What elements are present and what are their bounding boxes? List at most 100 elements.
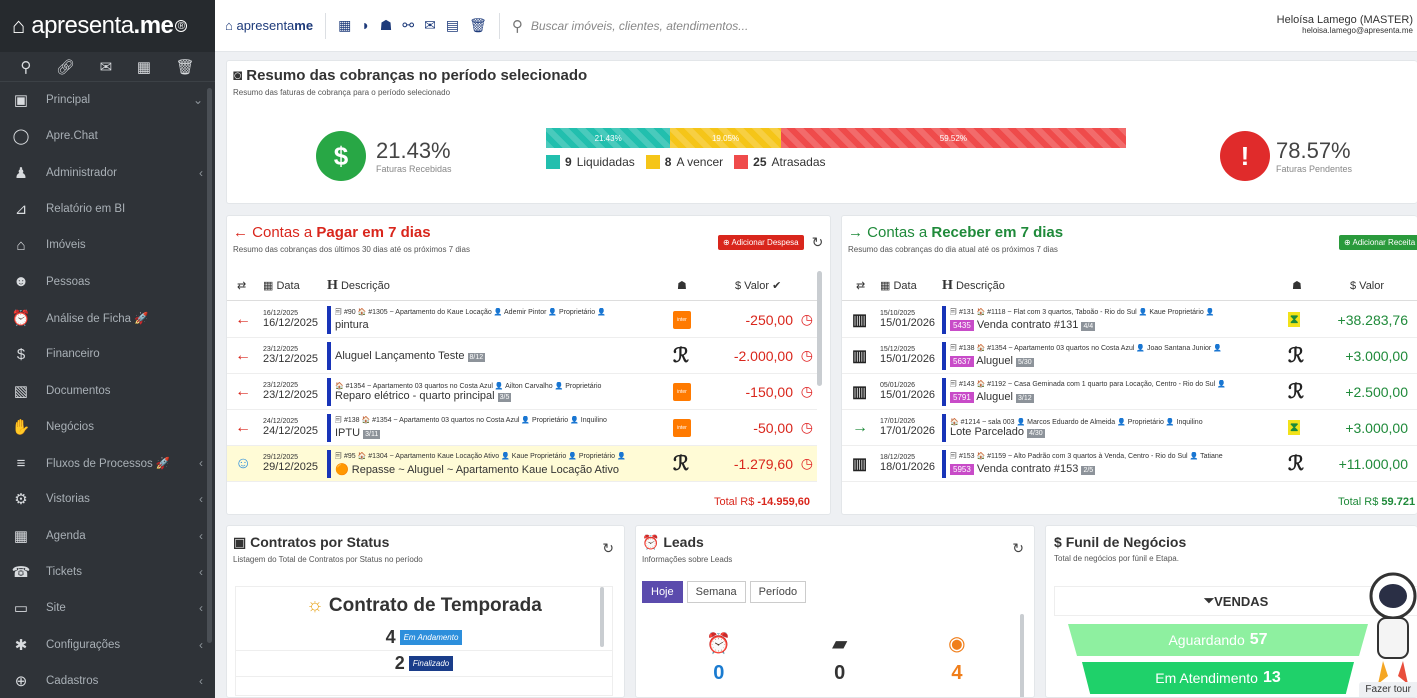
calendar-icon[interactable]: ▦ (137, 58, 151, 76)
lead-counter[interactable]: ▰ 0 (832, 631, 847, 685)
mail-icon[interactable]: ✉ (424, 17, 436, 34)
chevron-left-icon: ‹ (199, 492, 203, 507)
sidebar-item[interactable]: ◯ Apre.Chat (0, 118, 215, 154)
sidebar-item[interactable]: ✱ Configurações ‹ (0, 626, 215, 662)
divider (498, 12, 500, 39)
global-search[interactable]: ⚲ Buscar imóveis, clientes, atendimentos… (512, 17, 748, 35)
lead-counter[interactable]: ◉ 4 (948, 631, 965, 685)
panel-scrollbar[interactable] (600, 587, 604, 647)
search-input[interactable]: Buscar imóveis, clientes, atendimentos..… (531, 19, 748, 33)
table-row[interactable]: ▥ 05/01/2026 15/01/2026 🗐 #143 🏠 #1192 ~ Ca… (842, 374, 1417, 410)
column-value[interactable]: $ Valor (1350, 280, 1384, 292)
sort-icon[interactable]: ⇄ (856, 279, 865, 292)
registered-mark: ® (175, 20, 188, 32)
funnel-stage[interactable]: Em Atendimento 13 (1082, 662, 1354, 694)
table-row[interactable]: → 17/01/2026 17/01/2026 🏠 #1214 ~ sala 003 … (842, 410, 1417, 446)
mail-icon[interactable]: ✉ (100, 58, 113, 76)
sidebar-item[interactable]: $ Financeiro (0, 336, 215, 372)
trash-icon[interactable]: 🗑︎ (469, 17, 487, 34)
link-icon[interactable]: 🔗︎ (56, 58, 75, 76)
tab-period[interactable]: Período (749, 581, 807, 603)
table-row[interactable]: ▥ 15/10/2025 15/01/2026 🗐 #131 🏠 #1118 ~ Fl… (842, 302, 1417, 338)
sidebar-item[interactable]: ⌂ Imóveis (0, 227, 215, 263)
sidebar-item[interactable]: ▣ Principal ⌄ (0, 82, 215, 118)
notification-icon[interactable]: ☗ (380, 17, 393, 34)
pix-icon: ℛ (1288, 453, 1304, 475)
row-marker (942, 341, 946, 370)
pix-icon: ℛ (1288, 381, 1304, 403)
card-subtitle: Total de negócios por fúnil e Etapa. (1054, 554, 1179, 563)
column-date[interactable]: ▦ Data (880, 279, 917, 292)
sidebar-item[interactable]: ♟ Administrador ‹ (0, 155, 215, 191)
sidebar-item[interactable]: ⊕ Cadastros ‹ (0, 663, 215, 698)
calendar-icon[interactable]: ▤ (446, 17, 459, 34)
row-value: -1.279,60 (733, 455, 793, 472)
sidebar-item[interactable]: ⚙ Vistorias ‹ (0, 481, 215, 517)
funnel-stage[interactable]: Aguardando 57 (1068, 624, 1368, 656)
table-row[interactable]: ▥ 15/12/2025 15/01/2026 🗐 #138 🏠 #1354 ~ Ap… (842, 338, 1417, 374)
sidebar-item[interactable]: ☎ Tickets ‹ (0, 554, 215, 590)
column-date[interactable]: ▦ Data (263, 279, 300, 292)
sidebar-item-label: Imóveis (46, 239, 86, 252)
sidebar-item[interactable]: ✋ Negócios (0, 409, 215, 445)
add-expense-button[interactable]: ⊕ Adicionar Despesa (718, 235, 804, 250)
topbar-logo-bold: me (294, 18, 314, 33)
refresh-icon[interactable]: ↻ (602, 540, 614, 557)
lead-counter[interactable]: ⏰ 0 (706, 631, 731, 685)
sidebar-item[interactable]: ▧ Documentos (0, 372, 215, 408)
sidebar-item[interactable]: ▦ Agenda ‹ (0, 518, 215, 554)
add-revenue-button[interactable]: ⊕ Adicionar Receita (1339, 235, 1417, 250)
inter-bank-icon: inter (673, 418, 691, 437)
user-menu[interactable]: Heloísa Lamego (MASTER) heloisa.lamego@a… (1277, 14, 1413, 35)
tour-button[interactable]: Fazer tour (1359, 682, 1417, 697)
row-marker (327, 413, 331, 442)
contracts-card: ▣ Contratos por Status Listagem do Total… (226, 525, 625, 698)
sort-icon[interactable]: ⇄ (237, 279, 246, 292)
table-row[interactable]: ← 23/12/2025 23/12/2025 🏠 #1354 ~ Apartamen… (227, 374, 817, 410)
installment-badge: 4/4 (1081, 322, 1096, 331)
table-row[interactable]: ← 16/12/2025 16/12/2025 🗐 #90 🏠 #1305 ~ Apa… (227, 302, 817, 338)
refresh-icon[interactable]: ↻ (1012, 540, 1024, 557)
brand-logo[interactable]: ⌂ apresenta.me ® (0, 0, 215, 52)
row-title: Lote Parcelado 4/30 (950, 425, 1045, 438)
tab-today[interactable]: Hoje (642, 581, 683, 603)
issue-date: 16/12/2025 (263, 310, 299, 317)
column-description[interactable]: H Descrição (942, 278, 1005, 294)
link-icon[interactable]: ⚯ (402, 17, 414, 34)
contract-status-row[interactable]: 2 Finalizado (236, 651, 612, 677)
due-date: 29/12/2025 (263, 461, 319, 473)
sidebar-scrollbar[interactable] (207, 88, 212, 643)
leads-scrollbar[interactable] (1020, 614, 1024, 697)
table-row[interactable]: ▥ 18/12/2025 18/01/2026 🗐 #153 🏠 #1159 ~ Al… (842, 446, 1417, 482)
leads-period-tabs: Hoje Semana Período (642, 581, 807, 603)
received-stat: $ 21.43% Faturas Recebidas (316, 131, 452, 181)
sidebar-item[interactable]: ⏰ Análise de Ficha 🚀 (0, 300, 215, 336)
tab-week[interactable]: Semana (686, 581, 746, 603)
table-row[interactable]: ☺ 29/12/2025 29/12/2025 🗐 #95 🏠 #1304 ~ Apa… (227, 446, 817, 482)
sidebar-item[interactable]: ⊿ Relatório em BI (0, 191, 215, 227)
astronaut-mascot-icon[interactable] (1358, 566, 1417, 691)
column-description[interactable]: H Descrição (327, 278, 390, 294)
row-details: 🗐 #138 🏠 #1354 ~ Apartamento 03 quartos … (335, 417, 607, 424)
refresh-icon[interactable]: ↻ (812, 234, 824, 251)
search-icon[interactable]: ⚲ (20, 58, 31, 76)
contract-status-row[interactable]: 4 Em Andamento (236, 625, 612, 651)
grid-icon[interactable]: ▦ (338, 17, 351, 34)
column-value[interactable]: $ Valor ✔ (735, 279, 781, 292)
row-date: 16/12/2025 16/12/2025 (263, 310, 318, 329)
table-scrollbar[interactable] (817, 271, 822, 386)
sidebar-item[interactable]: ☻ Pessoas (0, 263, 215, 299)
row-marker (942, 377, 946, 406)
row-title: IPTU 3/11 (335, 427, 381, 439)
table-row[interactable]: ← 23/12/2025 23/12/2025 Aluguel Lançamento … (227, 338, 817, 374)
row-title: pintura (335, 319, 369, 331)
legend-label: A vencer (676, 155, 724, 169)
table-row[interactable]: ← 24/12/2025 24/12/2025 🗐 #138 🏠 #1354 ~ Ap… (227, 410, 817, 446)
sidebar-item[interactable]: ≡ Fluxos de Processos 🚀 ‹ (0, 445, 215, 481)
topbar-logo[interactable]: ⌂ apresenta me (225, 18, 313, 33)
chat-icon[interactable]: ◗ (361, 17, 369, 34)
trash-icon[interactable]: 🗑︎ (176, 58, 195, 76)
row-date: 23/12/2025 23/12/2025 (263, 346, 318, 365)
transfer-icon: ☺ (235, 454, 252, 472)
sidebar-item[interactable]: ▭ Site ‹ (0, 590, 215, 626)
